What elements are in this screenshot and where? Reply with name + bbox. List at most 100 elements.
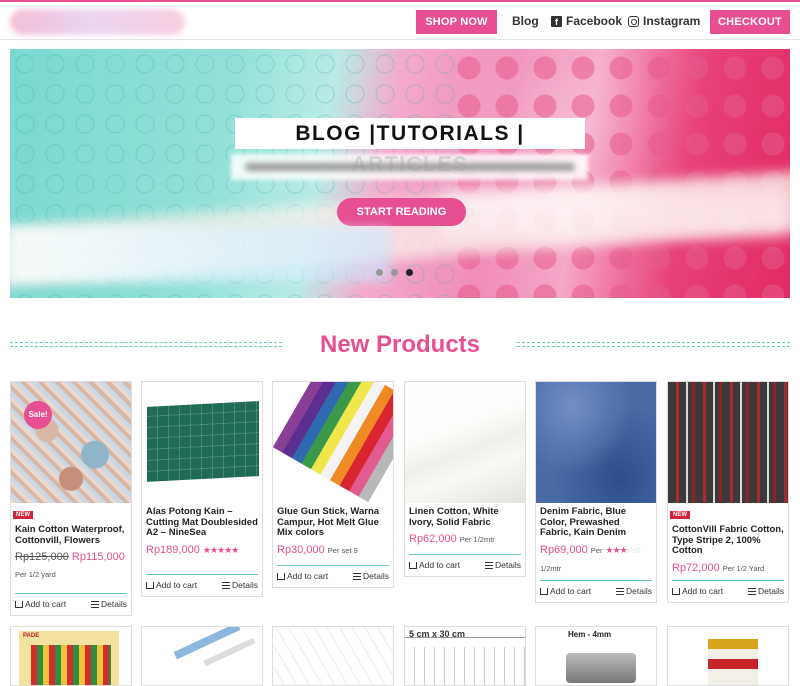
product-card[interactable]: Sale! NEW Kain Cotton Waterproof, Cotton… [10,381,132,616]
list-icon [616,588,625,595]
add-to-cart-button[interactable]: Add to cart [672,586,723,596]
current-price: Rp62,000 [409,533,457,545]
sale-badge: Sale! [24,401,52,429]
cart-icon [409,562,417,569]
details-label: Details [758,586,784,596]
product-name[interactable]: CottonVill Fabric Cotton, Type Stripe 2,… [668,524,788,557]
cart-icon [146,582,154,589]
product-actions: Add to cart Details [540,580,652,596]
add-to-cart-label: Add to cart [25,599,67,609]
add-to-cart-button[interactable]: Add to cart [146,580,197,590]
product-actions: Add to cart Details [15,593,127,609]
product-card[interactable]: Glue Gun Stick, Warna Campur, Hot Melt G… [272,381,394,588]
add-to-cart-button[interactable]: Add to cart [540,586,591,596]
details-button[interactable]: Details [353,571,389,581]
list-icon [222,582,231,589]
price-unit-cont: 1/2mtr [540,563,562,573]
product-price: Rp69,000 Per ★★★☆☆ [536,544,656,557]
hero-blurred-area [440,187,790,237]
details-button[interactable]: Details [616,586,652,596]
product-card-row2[interactable]: 5 cm x 30 cm [404,626,526,686]
product-name[interactable]: Linen Cotton, White Ivory, Solid Fabric [405,506,525,528]
product-image[interactable] [405,382,525,503]
details-button[interactable]: Details [748,586,784,596]
add-to-cart-button[interactable]: Add to cart [409,560,460,570]
hero-slider[interactable]: BLOG |TUTORIALS | ARTICLES START READING [10,49,790,298]
old-price: Rp125,000 [15,551,69,563]
details-label: Details [495,560,521,570]
slider-dot-1[interactable] [376,269,383,276]
details-label: Details [363,571,389,581]
details-button[interactable]: Details [485,560,521,570]
product-card[interactable]: Linen Cotton, White Ivory, Solid Fabric … [404,381,526,577]
instagram-icon [628,15,639,27]
product-image[interactable] [668,382,788,503]
product-card-row2[interactable] [272,626,394,686]
product-card-row2[interactable] [667,626,789,686]
product-actions: Add to cart Details [672,580,784,596]
heading-divider-right [517,342,790,347]
add-to-cart-button[interactable]: Add to cart [15,599,66,609]
product-card-row2[interactable]: Hem - 4mm [535,626,657,686]
list-icon [485,562,494,569]
start-reading-button[interactable]: START READING [337,198,466,226]
top-navigation-bar: SHOP NOW Blog f Facebook Instagram CHECKO… [0,0,800,40]
add-to-cart-label: Add to cart [550,586,592,596]
product-price: Rp30,000 Per set 9 [273,544,393,557]
product-image[interactable] [536,382,656,503]
details-label: Details [232,580,258,590]
product-image[interactable]: Sale! [11,382,131,503]
current-price: Rp115,000 [71,551,125,563]
current-price: Rp72,000 [672,561,720,574]
product-actions: Add to cart Details [277,565,389,581]
product-card[interactable]: Denim Fabric, Blue Color, Prewashed Fabr… [535,381,657,603]
product-name[interactable]: Alas Potong Kain – Cutting Mat Doublesid… [142,506,262,539]
current-price: Rp189,000 [146,543,200,556]
add-to-cart-label: Add to cart [419,560,461,570]
product-actions: Add to cart Details [409,554,521,570]
new-products-heading: New Products [0,328,800,360]
nav-instagram-link[interactable]: Instagram [628,14,700,28]
product-thumb-label: PADE [23,633,40,639]
product-image[interactable] [273,382,393,503]
product-thumb-label: 5 cm x 30 cm [409,629,466,639]
price-unit: Per 1/2 Yard [722,563,765,573]
product-card-row2[interactable]: PADE [10,626,132,686]
cart-icon [15,601,23,608]
product-price: Rp189,000 ★★★★★ [142,544,262,557]
site-logo[interactable] [10,9,185,35]
add-to-cart-button[interactable]: Add to cart [277,571,328,581]
nav-blog-label: Blog [512,14,539,28]
details-label: Details [626,586,652,596]
product-image[interactable] [142,382,262,503]
new-badge: NEW [13,511,33,519]
slider-dot-2[interactable] [391,269,398,276]
hero-blurred-text [10,227,390,282]
product-name[interactable]: Kain Cotton Waterproof, Cottonvill, Flow… [11,524,131,546]
details-label: Details [101,599,127,609]
cart-icon [277,573,285,580]
hero-subtitle-blurred [231,154,588,180]
details-button[interactable]: Details [91,599,127,609]
shop-now-button[interactable]: SHOP NOW [416,10,497,34]
cart-icon [540,588,548,595]
list-icon [353,573,362,580]
checkout-button[interactable]: CHECKOUT [710,10,790,34]
product-card[interactable]: Alas Potong Kain – Cutting Mat Doublesid… [141,381,263,597]
list-icon [91,601,100,608]
current-price: Rp30,000 [277,543,325,556]
product-name[interactable]: Glue Gun Stick, Warna Campur, Hot Melt G… [273,506,393,539]
nav-facebook-label: Facebook [566,14,623,28]
nav-facebook-link[interactable]: f Facebook [551,14,622,28]
price-unit: Per [590,545,603,555]
product-card[interactable]: NEW CottonVill Fabric Cotton, Type Strip… [667,381,789,603]
product-name[interactable]: Denim Fabric, Blue Color, Prewashed Fabr… [536,506,656,539]
details-button[interactable]: Details [222,580,258,590]
nav-blog-link[interactable]: Blog [512,14,539,28]
product-price: Rp62,000 Per 1/2mtr [405,533,525,546]
slider-pagination [376,269,413,276]
cart-icon [672,588,680,595]
slider-dot-3[interactable] [406,269,413,276]
product-card-row2[interactable] [141,626,263,686]
add-to-cart-label: Add to cart [156,580,198,590]
